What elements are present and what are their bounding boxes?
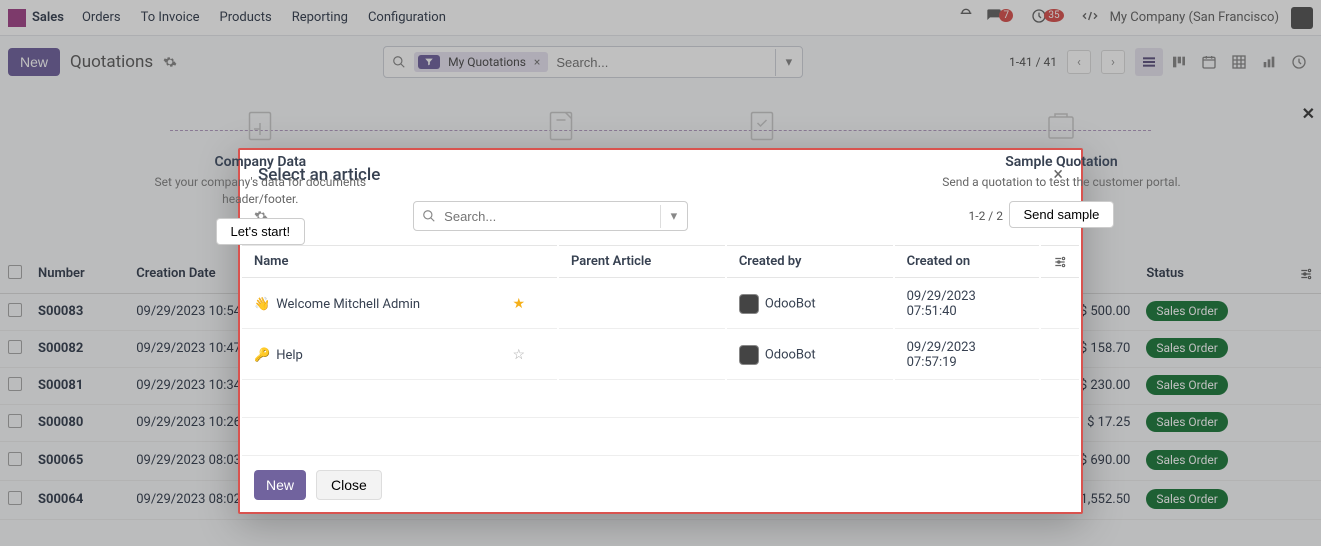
onboard-title: Company Data	[140, 154, 380, 170]
onboard-step-3	[742, 106, 782, 245]
star-empty-icon[interactable]: ☆	[512, 347, 525, 363]
onboard-sub-4: Send a quotation to test the customer po…	[942, 174, 1180, 191]
cell-created-on: 09/29/2023 07:51:40	[895, 280, 1039, 329]
onboard-step-sample: Sample Quotation Send a quotation to tes…	[942, 106, 1180, 245]
onboard-order-icon	[742, 106, 782, 146]
cell-name: 👋Welcome Mitchell Admin★	[242, 280, 557, 329]
cell-created-by: OdooBot	[727, 331, 893, 380]
cell-parent	[559, 280, 725, 329]
mcol-name[interactable]: Name	[242, 245, 557, 278]
article-table: Name Parent Article Created by Created o…	[240, 243, 1081, 458]
mcol-by[interactable]: Created by	[727, 245, 893, 278]
onboard-layout-icon	[541, 106, 581, 146]
modal-new-button[interactable]: New	[254, 470, 306, 500]
onboard-send-sample-button[interactable]: Send sample	[1009, 201, 1115, 228]
key-icon: 🔑	[254, 348, 270, 363]
cell-created-on: 09/29/2023 07:57:19	[895, 331, 1039, 380]
bot-avatar	[739, 294, 759, 314]
onboard-lets-start-button[interactable]: Let's start!	[216, 218, 306, 245]
empty-row	[242, 382, 1079, 418]
modal-search-toggle[interactable]: ▾	[660, 205, 688, 228]
wave-icon: 👋	[254, 297, 270, 312]
onboard-doc-icon	[240, 106, 280, 146]
modal-columns-settings-icon[interactable]	[1053, 255, 1067, 269]
onboard-sub: Set your company's data for documents he…	[140, 174, 380, 208]
star-filled-icon[interactable]: ★	[512, 296, 525, 312]
modal-overlay: Select an article × ▾ 1-2 / 2 ‹ ›	[0, 0, 1321, 546]
empty-row	[242, 420, 1079, 456]
modal-search-icon	[414, 209, 444, 223]
onboard-sample-icon	[1041, 106, 1081, 146]
cell-parent	[559, 331, 725, 380]
modal-close-button[interactable]: Close	[316, 470, 382, 500]
article-row[interactable]: 👋Welcome Mitchell Admin★ OdooBot09/29/202…	[242, 280, 1079, 329]
bot-avatar	[739, 345, 759, 365]
onboarding-close-icon[interactable]: ✕	[1302, 104, 1315, 123]
article-row[interactable]: 🔑Help☆ OdooBot09/29/2023 07:57:19	[242, 331, 1079, 380]
onboard-title-4: Sample Quotation	[942, 154, 1180, 170]
mcol-parent[interactable]: Parent Article	[559, 245, 725, 278]
mcol-on[interactable]: Created on	[895, 245, 1039, 278]
onboard-step-company: Company Data Set your company's data for…	[140, 106, 380, 245]
cell-created-by: OdooBot	[727, 280, 893, 329]
cell-name: 🔑Help☆	[242, 331, 557, 380]
onboard-step-2	[541, 106, 581, 245]
